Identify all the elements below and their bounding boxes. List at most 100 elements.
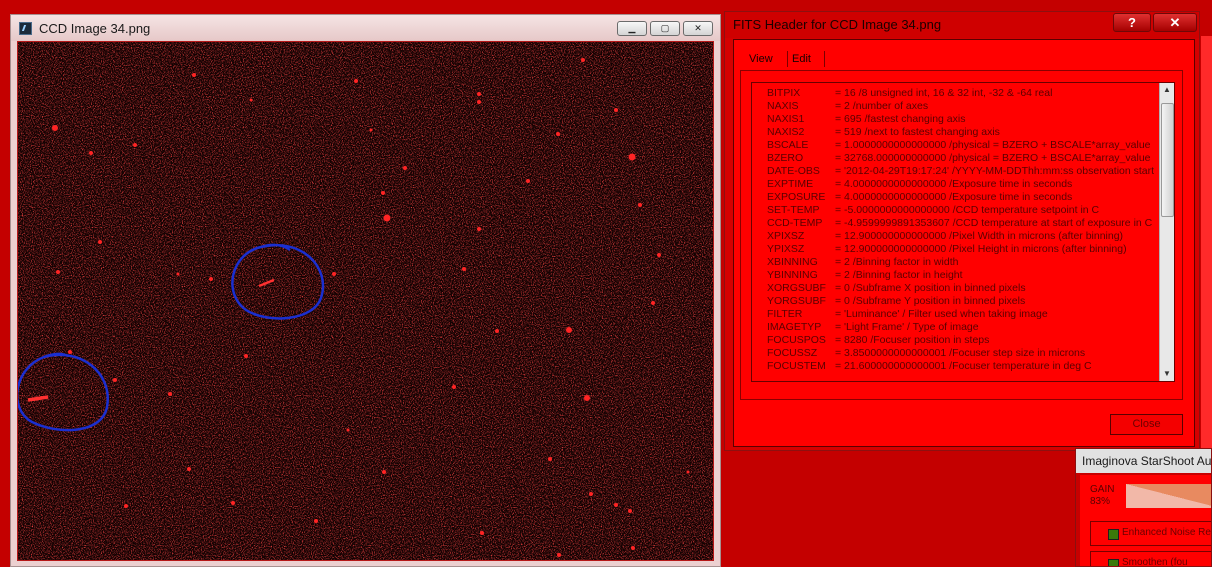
ccd-image-canvas[interactable] — [17, 41, 714, 561]
fits-header-line: NAXIS2 = 519 /next to fastest changing ax… — [767, 126, 1000, 139]
fits-keyword: NAXIS — [767, 100, 799, 112]
fits-keyword: YPIXSZ — [767, 243, 805, 255]
fits-header-line: YORGSUBF = 0 /Subframe Y position in binn… — [767, 295, 1025, 308]
fits-header-textbox[interactable]: BITPIX = 16 /8 unsigned int, 16 & 32 int,… — [751, 82, 1175, 382]
fits-keyword: XORGSUBF — [767, 282, 826, 294]
star — [614, 108, 618, 112]
fits-keyword: BSCALE — [767, 139, 809, 151]
scroll-down-icon[interactable]: ▼ — [1160, 367, 1174, 381]
starshoot-body: GAIN 83% Enhanced Noise Re Smoothen (fou — [1080, 475, 1211, 567]
image-window: CCD Image 34.png ▁ ▢ ✕ — [10, 14, 721, 567]
fits-value: = 12.900000000000000 /Pixel Width in mic… — [835, 230, 1124, 242]
fits-header-line: IMAGETYP = 'Light Frame' / Type of image — [767, 321, 979, 334]
star — [52, 125, 58, 131]
fits-keyword: NAXIS1 — [767, 113, 805, 125]
fits-keyword: BITPIX — [767, 87, 801, 99]
star — [548, 457, 552, 461]
star — [556, 132, 560, 136]
star — [231, 501, 235, 505]
gain-slider[interactable] — [1126, 484, 1211, 508]
star — [244, 354, 248, 358]
fits-value: = 4.0000000000000000 /Exposure time in s… — [835, 178, 1073, 190]
help-icon[interactable]: ? — [1113, 13, 1151, 32]
star — [651, 301, 655, 305]
fits-keyword: YBINNING — [767, 269, 818, 281]
fits-window-title: FITS Header for CCD Image 34.png — [733, 17, 942, 32]
fits-keyword: FILTER — [767, 308, 803, 320]
star — [462, 267, 466, 271]
fits-value: = 2 /number of axes — [835, 100, 929, 112]
fits-keyword: BZERO — [767, 152, 804, 164]
fits-keyword: NAXIS2 — [767, 126, 805, 138]
fits-value: = 519 /next to fastest changing axis — [835, 126, 1000, 138]
star — [89, 151, 93, 155]
starshoot-panel: Imaginova StarShoot Au GAIN 83% Enhanced… — [1075, 448, 1212, 567]
fits-header-line: XBINNING = 2 /Binning factor in width — [767, 256, 958, 269]
star — [480, 531, 484, 535]
scroll-up-icon[interactable]: ▲ — [1160, 83, 1174, 97]
close-icon[interactable]: ✕ — [1153, 13, 1197, 32]
star — [628, 509, 632, 513]
fits-window-titlebar[interactable]: FITS Header for CCD Image 34.png ? ✕ — [725, 12, 1199, 38]
star — [381, 191, 385, 195]
fits-keyword: EXPOSURE — [767, 191, 826, 203]
star — [314, 519, 318, 523]
maximize-icon[interactable]: ▢ — [650, 21, 680, 36]
close-icon[interactable]: ✕ — [683, 21, 713, 36]
star — [581, 58, 585, 62]
star — [657, 253, 661, 257]
fits-keyword: IMAGETYP — [767, 321, 822, 333]
background-window-edge — [1201, 36, 1212, 451]
fits-header-line: DATE-OBS = '2012-04-29T19:17:24' /YYYY-MM… — [767, 165, 1154, 178]
smoothen-checkbox[interactable] — [1108, 559, 1119, 566]
star — [589, 492, 593, 496]
fits-value: = 16 /8 unsigned int, 16 & 32 int, -32 &… — [835, 87, 1053, 99]
fits-header-line: FOCUSTEM = 21.600000000000001 /Focuser te… — [767, 360, 1092, 373]
star — [332, 272, 336, 276]
fits-keyword: YORGSUBF — [767, 295, 826, 307]
fits-header-line: BSCALE = 1.0000000000000000 /physical = B… — [767, 139, 1151, 152]
fits-keyword: XBINNING — [767, 256, 818, 268]
fits-header-line: NAXIS1 = 695 /fastest changing axis — [767, 113, 965, 126]
fits-header-window: FITS Header for CCD Image 34.png ? ✕ Vie… — [724, 11, 1200, 451]
fits-header-line: BITPIX = 16 /8 unsigned int, 16 & 32 int,… — [767, 87, 1052, 100]
enhanced-noise-checkbox[interactable] — [1108, 529, 1119, 540]
tab-divider — [824, 51, 825, 67]
fits-keyword: CCD-TEMP — [767, 217, 823, 229]
vertical-scrollbar[interactable]: ▲ ▼ — [1159, 83, 1174, 381]
fits-keyword: FOCUSSZ — [767, 347, 818, 359]
star — [614, 503, 618, 507]
star — [495, 329, 499, 333]
fits-value: = 8280 /Focuser position in steps — [835, 334, 990, 346]
star — [566, 327, 572, 333]
fits-value: = 0 /Subframe X position in binned pixel… — [835, 282, 1026, 294]
starshoot-title: Imaginova StarShoot Au — [1082, 454, 1212, 468]
fits-header-line: CCD-TEMP = -4.9599999891353607 /CCD tempe… — [767, 217, 1152, 230]
close-button[interactable]: Close — [1110, 414, 1183, 435]
tab-edit[interactable]: Edit — [792, 53, 811, 65]
star — [113, 378, 117, 382]
fits-value: = -4.9599999891353607 /CCD temperature a… — [835, 217, 1153, 229]
scrollbar-thumb[interactable] — [1161, 103, 1174, 217]
star — [354, 79, 358, 83]
fits-keyword: DATE-OBS — [767, 165, 820, 177]
starshoot-titlebar[interactable]: Imaginova StarShoot Au — [1076, 449, 1211, 473]
fits-value: = 1.0000000000000000 /physical = BZERO +… — [835, 139, 1151, 151]
star — [477, 100, 481, 104]
star — [584, 395, 590, 401]
fits-keyword: EXPTIME — [767, 178, 814, 190]
smoothen-label: Smoothen (fou — [1122, 557, 1188, 567]
star — [98, 240, 102, 244]
smoothen-option[interactable]: Smoothen (fou — [1090, 551, 1211, 567]
minimize-icon[interactable]: ▁ — [617, 21, 647, 36]
fits-value: = 12.900000000000000 /Pixel Height in mi… — [835, 243, 1127, 255]
star — [176, 272, 180, 276]
enhanced-noise-label: Enhanced Noise Re — [1122, 527, 1211, 538]
fits-value: = 'Luminance' / Filter used when taking … — [835, 308, 1048, 320]
fits-value: = 2 /Binning factor in width — [835, 256, 959, 268]
image-window-titlebar[interactable]: CCD Image 34.png ▁ ▢ ✕ — [11, 15, 720, 41]
tab-view[interactable]: View — [749, 53, 773, 65]
ccd-image-svg — [18, 42, 713, 560]
enhanced-noise-option[interactable]: Enhanced Noise Re — [1090, 521, 1211, 546]
fits-value: = 21.600000000000001 /Focuser temperatur… — [835, 360, 1092, 372]
